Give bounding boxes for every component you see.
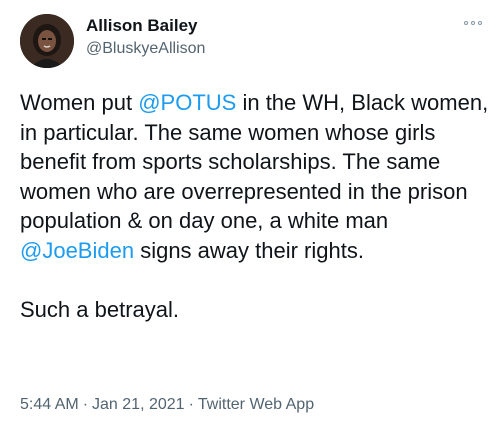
tweet-closing: Such a betrayal.: [20, 296, 179, 322]
tweet-source[interactable]: Twitter Web App: [198, 396, 314, 413]
avatar[interactable]: [20, 14, 74, 68]
text-segment: signs away their rights.: [134, 237, 364, 263]
tweet-date[interactable]: Jan 21, 2021: [92, 396, 185, 413]
author-handle[interactable]: @BluskyeAllison: [86, 40, 205, 58]
avatar-image: [20, 14, 74, 68]
mention-link-joebiden[interactable]: @JoeBiden: [20, 238, 134, 263]
meta-separator: ·: [188, 396, 194, 413]
more-options-icon[interactable]: [460, 14, 486, 32]
dot: [478, 21, 482, 25]
tweet-time[interactable]: 5:44 AM: [20, 396, 79, 413]
tweet-text: Women put @POTUS in the WH, Black women,…: [20, 88, 490, 324]
dot: [464, 21, 468, 25]
mention-link-potus[interactable]: @POTUS: [138, 90, 236, 115]
meta-separator: ·: [82, 396, 89, 413]
tweet-paragraph: Women put @POTUS in the WH, Black women,…: [20, 88, 490, 265]
tweet-card: Allison Bailey @BluskyeAllison Women put…: [0, 0, 500, 432]
dot: [471, 21, 475, 25]
text-segment: Women put: [20, 90, 139, 115]
author-display-name[interactable]: Allison Bailey: [86, 16, 197, 36]
tweet-meta: 5:44 AM · Jan 21, 2021 · Twitter Web App: [20, 396, 314, 414]
